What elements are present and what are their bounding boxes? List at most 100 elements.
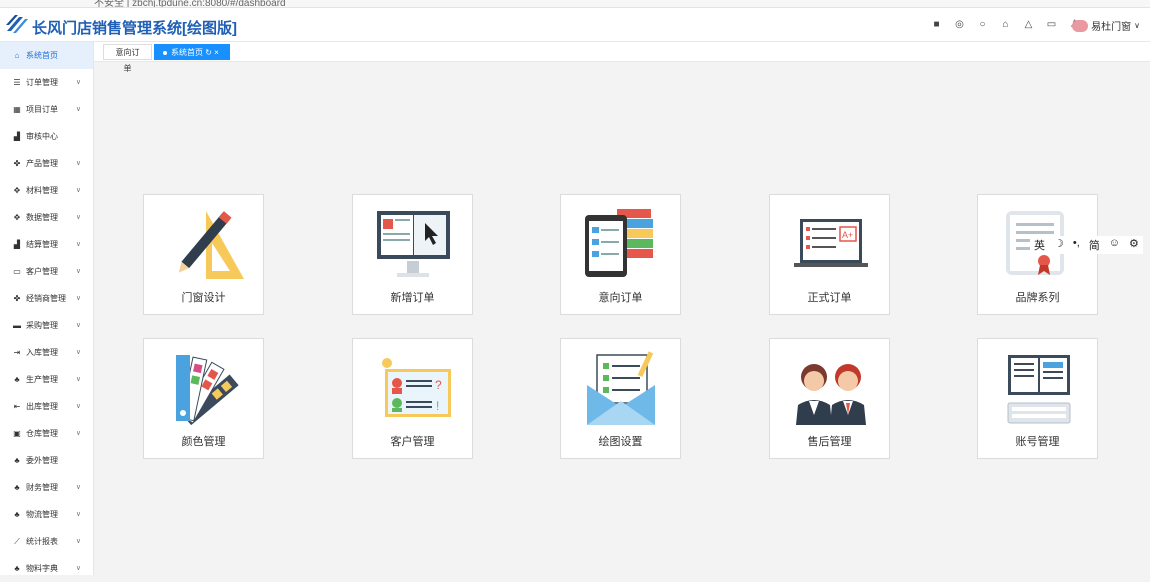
- ruler-pencil-icon: [178, 211, 244, 279]
- sidebar-item-label: 产品管理: [26, 159, 58, 168]
- sidebar-item-customers[interactable]: ▭ 客户管理 ∨: [0, 258, 93, 285]
- search-icon[interactable]: ○: [977, 19, 988, 30]
- tab-home[interactable]: 系统首页 ↻ ×: [154, 44, 230, 60]
- sidebar-item-review[interactable]: ▟ 审核中心: [0, 123, 93, 150]
- card-color-management[interactable]: 颜色管理: [143, 338, 264, 459]
- sidebar-item-inbound[interactable]: ⇥ 入库管理 ∨: [0, 339, 93, 366]
- customer-board-icon: ? !: [382, 358, 451, 417]
- home-icon: ⌂: [14, 51, 20, 60]
- sidebar-item-reports[interactable]: ⟋ 统计报表 ∨: [0, 528, 93, 555]
- ime-language-toggle[interactable]: 英: [1034, 237, 1045, 253]
- svg-text:A+: A+: [842, 230, 853, 240]
- sign-in-icon: ⇥: [13, 348, 21, 357]
- sidebar-item-label: 出库管理: [26, 402, 58, 411]
- sidebar-item-settlement[interactable]: ▟ 结算管理 ∨: [0, 231, 93, 258]
- active-dot-icon: [163, 50, 167, 55]
- chevron-down-icon: ∨: [75, 511, 81, 518]
- sidebar-item-label: 统计报表: [26, 537, 58, 546]
- card-door-window-design[interactable]: 门窗设计: [143, 194, 264, 315]
- tab-bar: 意向订单 系统首页 ↻ ×: [94, 42, 1150, 73]
- sidebar-item-products[interactable]: ✤ 产品管理 ∨: [0, 150, 93, 177]
- ime-simplified-toggle[interactable]: 简: [1089, 237, 1100, 253]
- chevron-down-icon: ∨: [75, 376, 81, 383]
- close-icon[interactable]: ×: [214, 48, 219, 57]
- envelope-list-icon: [587, 351, 655, 425]
- card-formal-order[interactable]: A+ 正式订单: [769, 194, 890, 315]
- sidebar-item-label: 审核中心: [26, 132, 58, 141]
- user-menu[interactable]: 易杜门窗 ∨: [1072, 18, 1140, 33]
- chart-icon: ▟: [13, 240, 21, 249]
- sidebar-item-materials[interactable]: ✥ 材料管理 ∨: [0, 177, 93, 204]
- card-label: 颜色管理: [181, 436, 226, 448]
- card-customer-management[interactable]: ? ! 客户管理: [352, 338, 473, 459]
- sidebar-item-label: 数据管理: [26, 213, 58, 222]
- avatar: [1072, 19, 1089, 32]
- settings-icon[interactable]: ⚙: [1129, 237, 1139, 253]
- card-label: 售后管理: [807, 436, 852, 448]
- emoji-icon[interactable]: ☺: [1109, 237, 1120, 253]
- chevron-down-icon: ∨: [1134, 21, 1140, 30]
- message-icon[interactable]: ▭: [1046, 19, 1057, 30]
- refresh-icon[interactable]: ↻: [205, 48, 212, 57]
- ime-toolbar: 英 ☽ •, 简 ☺ ⚙: [1030, 236, 1143, 254]
- card-icon: ▭: [13, 267, 21, 276]
- sidebar-item-label: 订单管理: [26, 78, 58, 87]
- sidebar-item-project-orders[interactable]: ▦ 项目订单 ∨: [0, 96, 93, 123]
- app-title: 长风门店销售管理系统[绘图版]: [32, 20, 237, 37]
- list-icon: ☰: [13, 78, 21, 87]
- card-after-sales[interactable]: 售后管理: [769, 338, 890, 459]
- sidebar-item-production[interactable]: ♣ 生产管理 ∨: [0, 366, 93, 393]
- sidebar-item-finance[interactable]: ♣ 财务管理 ∨: [0, 474, 93, 501]
- chevron-down-icon: ∨: [75, 79, 81, 86]
- card-label: 门窗设计: [181, 292, 226, 304]
- chevron-down-icon: ∨: [75, 484, 81, 491]
- punctuation-icon[interactable]: •,: [1073, 237, 1080, 253]
- sidebar: ⌂ 系统首页 ☰ 订单管理 ∨ ▦ 项目订单 ∨ ▟ 审核中心 ✤ 产品管理 ∨ ✥ 材料管理 ∨ …: [0, 42, 94, 575]
- card-brand-series[interactable]: 品牌系列: [977, 194, 1098, 315]
- card-label: 客户管理: [390, 436, 435, 448]
- line-chart-icon: ⟋: [14, 536, 20, 546]
- boxes-icon: ✥: [13, 186, 21, 195]
- sidebar-item-label: 委外管理: [26, 456, 58, 465]
- browser-menu-icon[interactable]: ···: [1108, 0, 1142, 5]
- sidebar-item-dealers[interactable]: ✤ 经销商管理 ∨: [0, 285, 93, 312]
- sidebar-item-orders[interactable]: ☰ 订单管理 ∨: [0, 69, 93, 96]
- sidebar-item-material-dictionary[interactable]: ♣ 物料字典 ∨: [0, 555, 93, 582]
- sidebar-item-warehouse[interactable]: ▣ 仓库管理 ∨: [0, 420, 93, 447]
- account-keyboard-icon: [1007, 355, 1071, 424]
- sidebar-item-data[interactable]: ✥ 数据管理 ∨: [0, 204, 93, 231]
- chevron-down-icon: ∨: [75, 268, 81, 275]
- sidebar-item-logistics[interactable]: ♣ 物流管理 ∨: [0, 501, 93, 528]
- chevron-down-icon: ∨: [75, 403, 81, 410]
- sidebar-item-outsourcing[interactable]: ♣ 委外管理: [0, 447, 93, 474]
- svg-text:?: ?: [435, 378, 442, 392]
- address-bar[interactable]: 不安全 | zbchj.tpdune.cn:8080/#/dashboard: [94, 0, 286, 7]
- sidebar-item-purchasing[interactable]: ▬ 采购管理 ∨: [0, 312, 93, 339]
- card-label: 品牌系列: [1015, 292, 1060, 304]
- sitemap-icon: ♣: [14, 510, 20, 519]
- sidebar-item-outbound[interactable]: ⇤ 出库管理 ∨: [0, 393, 93, 420]
- sidebar-item-label: 财务管理: [26, 483, 58, 492]
- card-new-order[interactable]: 新增订单: [352, 194, 473, 315]
- sidebar-item-label: 系统首页: [26, 51, 58, 60]
- card-drawing-settings[interactable]: 绘图设置: [560, 338, 681, 459]
- chevron-down-icon: ∨: [75, 538, 81, 545]
- moon-icon[interactable]: ☽: [1054, 237, 1064, 253]
- sitemap-icon: ♣: [14, 564, 20, 573]
- tab-intent-orders[interactable]: 意向订单: [103, 44, 152, 73]
- sidebar-item-label: 客户管理: [26, 267, 58, 276]
- bell-icon[interactable]: △: [1023, 19, 1034, 30]
- sitemap-icon: ♣: [14, 375, 20, 384]
- sidebar-item-home[interactable]: ⌂ 系统首页: [0, 42, 93, 69]
- sidebar-item-label: 经销商管理: [26, 294, 66, 303]
- book-monitor-icon: [377, 211, 450, 277]
- shirt-icon[interactable]: ⌂: [1000, 19, 1011, 30]
- tab-label: 意向订单: [115, 48, 140, 73]
- chevron-down-icon: ∨: [75, 322, 81, 329]
- card-account-management[interactable]: 账号管理: [977, 338, 1098, 459]
- trash-icon[interactable]: ■: [931, 19, 942, 30]
- card-intent-order[interactable]: 意向订单: [560, 194, 681, 315]
- sitemap-icon: ♣: [14, 456, 20, 465]
- tab-label: 系统首页: [171, 48, 203, 57]
- target-icon[interactable]: ◎: [954, 19, 965, 30]
